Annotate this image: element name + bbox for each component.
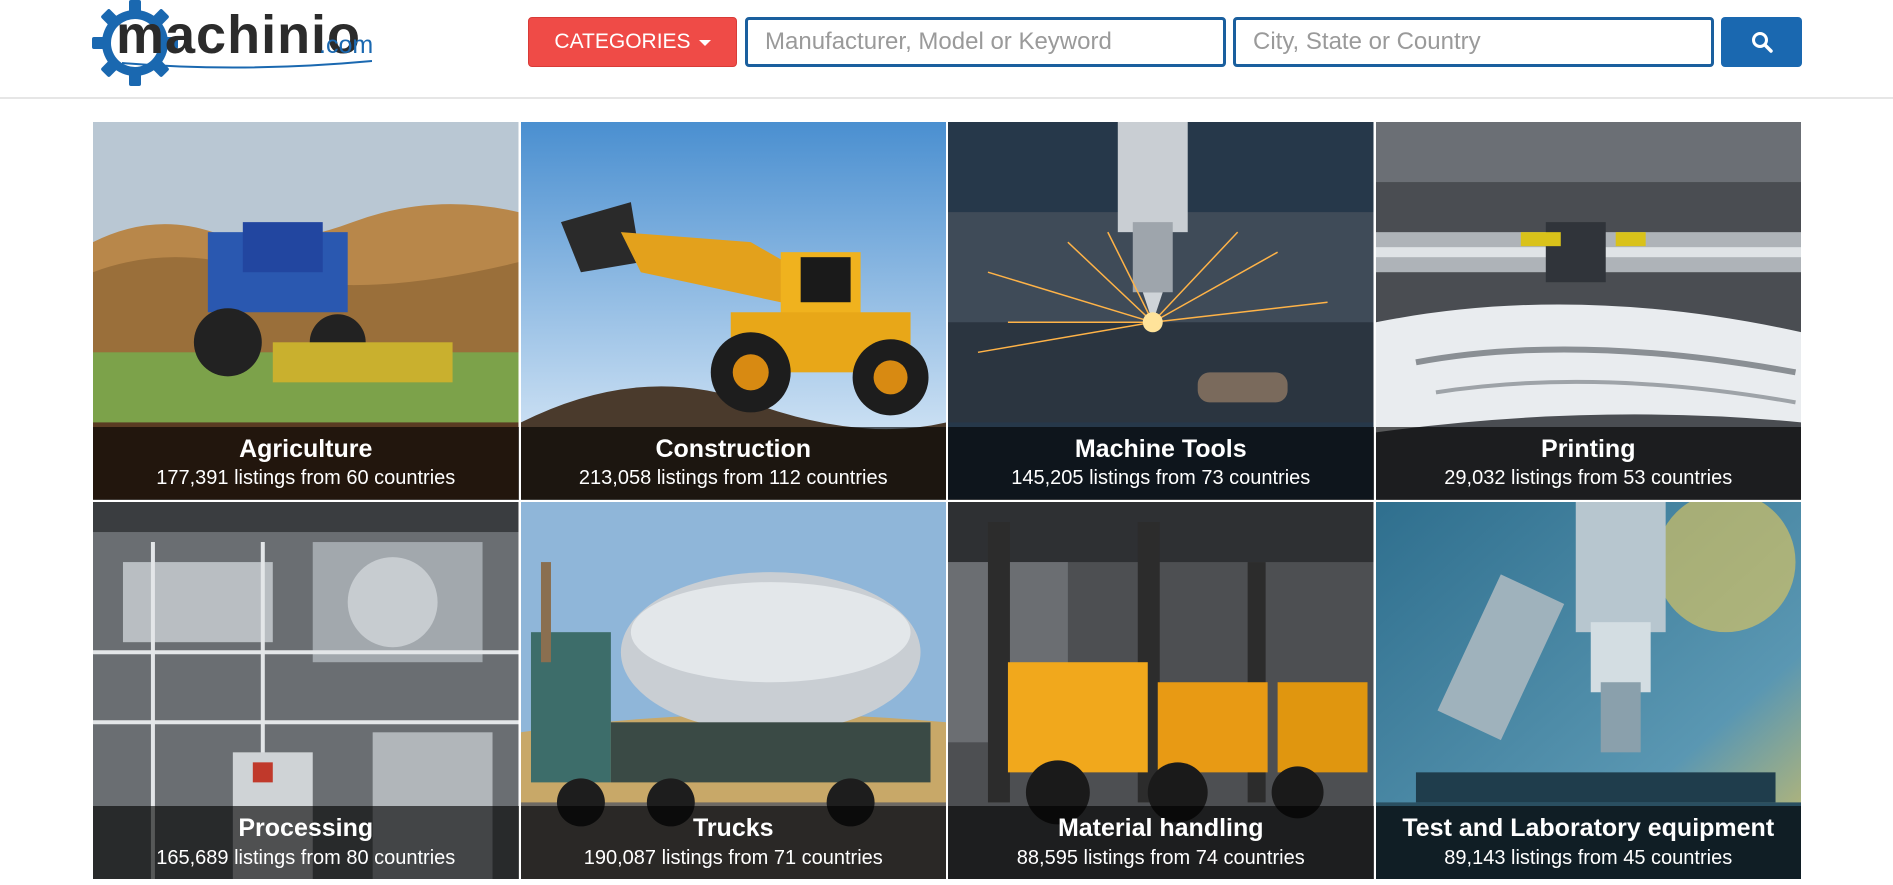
- category-listings: 177,391 listings from 60 countries: [156, 467, 456, 489]
- category-tile-trucks[interactable]: Trucks 190,087 listings from 71 countrie…: [520, 501, 946, 879]
- category-caption: Test and Laboratory equipment 89,143 lis…: [1375, 806, 1801, 879]
- category-tile-printing[interactable]: Printing 29,032 listings from 53 countri…: [1375, 122, 1801, 500]
- category-caption: Agriculture 177,391 listings from 60 cou…: [93, 426, 519, 500]
- category-caption: Construction 213,058 listings from 112 c…: [520, 426, 946, 500]
- category-grid: Agriculture 177,391 listings from 60 cou…: [93, 122, 1801, 879]
- category-title: Processing: [238, 814, 374, 842]
- caret-down-icon: [698, 40, 711, 46]
- category-title: Material handling: [1057, 814, 1264, 842]
- category-tile-agriculture[interactable]: Agriculture 177,391 listings from 60 cou…: [93, 122, 519, 500]
- category-listings: 88,595 listings from 74 countries: [1016, 846, 1305, 869]
- category-tile-machine-tools[interactable]: Machine Tools 145,205 listings from 73 c…: [948, 122, 1374, 500]
- category-tile-processing[interactable]: Processing 165,689 listings from 80 coun…: [93, 501, 519, 879]
- search-button[interactable]: [1721, 17, 1802, 67]
- category-caption: Trucks 190,087 listings from 71 countrie…: [520, 806, 946, 879]
- site-header: machinio .com CATEGORIES: [0, 0, 1893, 99]
- category-tile-construction[interactable]: Construction 213,058 listings from 112 c…: [520, 122, 946, 500]
- category-caption: Material handling 88,595 listings from 7…: [948, 806, 1374, 879]
- location-search-input[interactable]: [1233, 17, 1714, 67]
- category-listings: 213,058 listings from 112 countries: [578, 467, 888, 489]
- category-listings: 29,032 listings from 53 countries: [1444, 467, 1733, 489]
- site-logo[interactable]: machinio .com: [92, 0, 382, 86]
- category-caption: Machine Tools 145,205 listings from 73 c…: [948, 426, 1374, 500]
- category-tile-test-laboratory[interactable]: Test and Laboratory equipment 89,143 lis…: [1375, 501, 1801, 879]
- category-listings: 89,143 listings from 45 countries: [1444, 846, 1733, 869]
- logo-swoosh: [122, 60, 372, 69]
- category-title: Trucks: [692, 814, 774, 842]
- categories-button[interactable]: CATEGORIES: [528, 17, 737, 67]
- category-title: Agriculture: [239, 434, 373, 463]
- category-caption: Processing 165,689 listings from 80 coun…: [93, 806, 519, 879]
- category-listings: 165,689 listings from 80 countries: [156, 846, 456, 869]
- category-tile-material-handling[interactable]: Material handling 88,595 listings from 7…: [948, 501, 1374, 879]
- category-title: Test and Laboratory equipment: [1402, 814, 1775, 842]
- keyword-search-input[interactable]: [745, 17, 1226, 67]
- category-listings: 190,087 listings from 71 countries: [583, 846, 883, 869]
- category-title: Printing: [1541, 434, 1636, 463]
- category-caption: Printing 29,032 listings from 53 countri…: [1375, 426, 1801, 500]
- logo-domain: .com: [319, 31, 374, 59]
- category-title: Machine Tools: [1074, 434, 1247, 463]
- category-title: Construction: [655, 434, 812, 463]
- category-listings: 145,205 listings from 73 countries: [1011, 467, 1311, 489]
- categories-label: CATEGORIES: [554, 30, 691, 53]
- search-icon: [1751, 32, 1773, 53]
